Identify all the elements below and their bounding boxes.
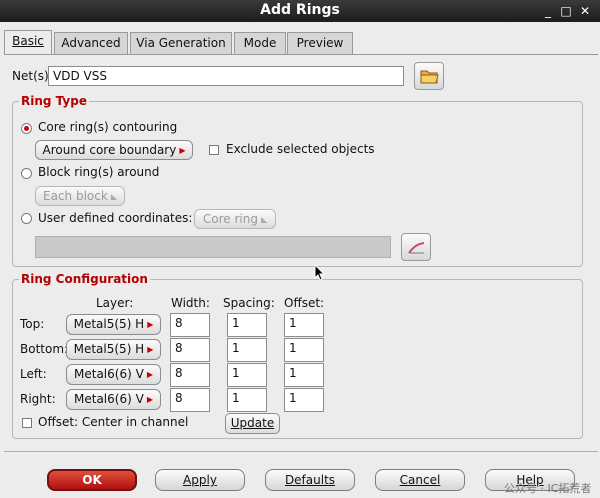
tab-via-generation[interactable]: Via Generation [130,32,232,54]
ok-button[interactable]: OK [47,469,137,491]
tab-divider [4,54,598,55]
offset-input-right[interactable]: 1 [284,388,324,412]
row-side-right: Right: [20,392,56,406]
arrow-right-icon: ▶ [147,345,154,354]
close-icon[interactable]: ✕ [577,3,593,19]
spacing-input-right[interactable]: 1 [227,388,267,412]
pick-coordinates-button[interactable] [401,233,431,261]
row-side-bottom: Bottom: [20,342,69,356]
button-label: Around core boundary [42,143,177,157]
width-input-bottom[interactable]: 8 [170,338,210,362]
folder-icon [420,70,439,84]
spacing-input-left[interactable]: 1 [227,363,267,387]
around-core-boundary-button[interactable]: Around core boundary ▶ [35,140,193,160]
tab-label: Advanced [61,36,121,50]
spacing-input-bottom[interactable]: 1 [227,338,267,362]
core-ring-button[interactable]: Core ring ◣ [194,209,276,229]
user-defined-radio[interactable] [21,213,32,224]
defaults-button[interactable]: Defaults [265,469,355,491]
exclude-selected-checkbox[interactable] [209,145,219,155]
arrow-right-icon: ▶ [147,320,154,329]
user-defined-label: User defined coordinates: [38,211,193,225]
button-label: Update [230,416,275,430]
tab-mode[interactable]: Mode [234,32,286,54]
cancel-button[interactable]: Cancel [375,469,465,491]
row-side-left: Left: [20,367,47,381]
width-input-right[interactable]: 8 [170,388,210,412]
apply-button[interactable]: Apply [155,469,245,491]
tab-basic[interactable]: Basic [4,30,52,54]
offset-input-left[interactable]: 1 [284,363,324,387]
core-ring-radio[interactable] [21,123,32,134]
arrow-right-icon: ▶ [146,370,153,379]
user-coordinates-input[interactable] [35,236,391,258]
exclude-selected-label: Exclude selected objects [226,142,375,156]
block-ring-radio[interactable] [21,168,32,179]
core-ring-label: Core ring(s) contouring [38,120,178,134]
button-label: Metal6(6) V [74,367,144,381]
tab-advanced[interactable]: Advanced [54,32,128,54]
tab-label: Via Generation [136,36,226,50]
row-side-top: Top: [20,317,45,331]
tab-preview[interactable]: Preview [287,32,353,54]
spacing-input-top[interactable]: 1 [227,313,267,337]
button-label: Apply [183,473,217,487]
offset-column-header: Offset: [284,296,325,310]
arrow-right-icon: ▶ [179,146,186,155]
layer-select-right[interactable]: Metal6(6) V ▶ [66,389,161,410]
mouse-cursor-icon [314,264,326,281]
layer-select-top[interactable]: Metal5(5) H ▶ [66,314,161,335]
browse-nets-button[interactable] [414,62,444,90]
tab-label: Preview [296,36,344,50]
ring-config-title: Ring Configuration [19,272,150,286]
pencil-icon [408,242,425,254]
button-label: Metal5(5) H [73,317,145,331]
window-title: Add Rings [260,2,340,18]
layer-column-header: Layer: [96,296,134,310]
each-block-button[interactable]: Each block ◣ [35,186,125,206]
layer-select-bottom[interactable]: Metal5(5) H ▶ [66,339,161,360]
arrow-right-icon: ▶ [146,395,153,404]
width-input-top[interactable]: 8 [170,313,210,337]
button-label: Core ring [202,212,258,226]
button-label: Each block [43,189,108,203]
nets-label: Net(s): [12,69,53,83]
spacing-column-header: Spacing: [223,296,275,310]
arrow-right-icon: ◣ [260,215,268,224]
minimize-icon[interactable]: _ [540,3,556,19]
block-ring-label: Block ring(s) around [38,165,160,179]
offset-center-label: Offset: Center in channel [38,415,189,429]
button-label: Defaults [284,473,336,487]
footer-divider [4,451,598,452]
ring-type-title: Ring Type [19,94,89,108]
width-column-header: Width: [171,296,210,310]
button-label: Metal6(6) V [74,392,144,406]
maximize-icon[interactable]: □ [558,3,574,19]
title-bar: Add Rings _ □ ✕ [0,0,600,22]
button-label: Metal5(5) H [73,342,145,356]
nets-input[interactable]: VDD VSS [48,66,404,86]
tab-label: Basic [12,34,44,48]
layer-select-left[interactable]: Metal6(6) V ▶ [66,364,161,385]
offset-input-top[interactable]: 1 [284,313,324,337]
update-button[interactable]: Update [225,413,280,434]
button-label: Cancel [399,473,441,487]
offset-center-checkbox[interactable] [22,418,32,428]
width-input-left[interactable]: 8 [170,363,210,387]
tab-label: Mode [243,36,277,50]
arrow-right-icon: ◣ [110,192,117,201]
watermark: 公众号 · IC拓荒者 [504,482,592,495]
offset-input-bottom[interactable]: 1 [284,338,324,362]
